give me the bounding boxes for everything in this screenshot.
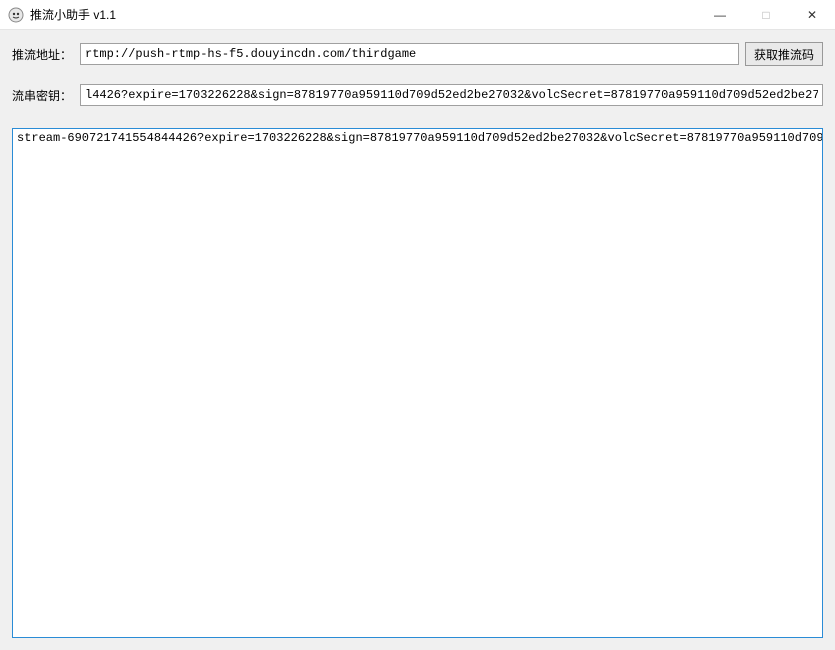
stream-key-label: 流串密钥： [12, 87, 74, 104]
maximize-icon: □ [762, 8, 769, 22]
output-area: stream-690721741554844426?expire=1703226… [12, 128, 823, 638]
stream-url-label: 推流地址： [12, 46, 74, 63]
app-window: 推流小助手 v1.1 — □ ✕ 推流地址： 获取推流码 流串密钥： strea… [0, 0, 835, 650]
stream-key-row: 流串密钥： [12, 84, 823, 106]
window-title: 推流小助手 v1.1 [30, 6, 697, 23]
stream-url-row: 推流地址： 获取推流码 [12, 42, 823, 66]
window-controls: — □ ✕ [697, 0, 835, 29]
maximize-button[interactable]: □ [743, 0, 789, 29]
minimize-icon: — [714, 8, 726, 22]
client-area: 推流地址： 获取推流码 流串密钥： stream-690721741554844… [0, 30, 835, 650]
close-icon: ✕ [807, 8, 817, 22]
stream-url-input[interactable] [80, 43, 739, 65]
output-text: stream-690721741554844426?expire=1703226… [17, 131, 823, 145]
output-textbox[interactable]: stream-690721741554844426?expire=1703226… [12, 128, 823, 638]
get-stream-code-button[interactable]: 获取推流码 [745, 42, 823, 66]
app-icon [8, 7, 24, 23]
minimize-button[interactable]: — [697, 0, 743, 29]
titlebar: 推流小助手 v1.1 — □ ✕ [0, 0, 835, 30]
close-button[interactable]: ✕ [789, 0, 835, 29]
stream-key-input[interactable] [80, 84, 823, 106]
